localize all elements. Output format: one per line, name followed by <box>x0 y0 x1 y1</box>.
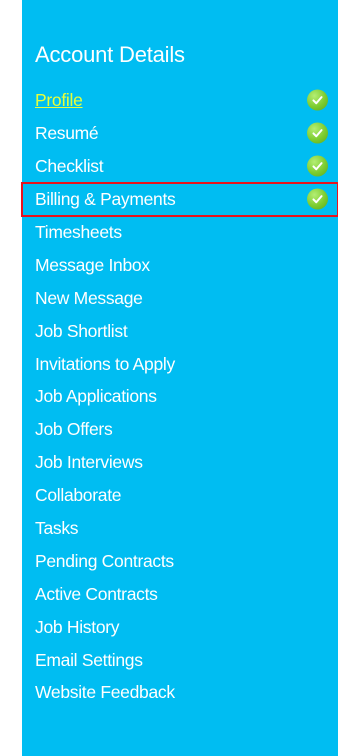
sidebar-item-label[interactable]: Profile <box>35 89 83 111</box>
sidebar-item-label[interactable]: Timesheets <box>35 221 122 243</box>
sidebar-item-label[interactable]: Job Shortlist <box>35 320 128 342</box>
sidebar-item-invitations-to-apply[interactable]: Invitations to Apply <box>22 347 338 380</box>
sidebar-item-label[interactable]: Message Inbox <box>35 254 150 276</box>
sidebar-item-resume[interactable]: Resumé <box>22 117 338 150</box>
sidebar-item-job-interviews[interactable]: Job Interviews <box>22 446 338 479</box>
sidebar-item-new-message[interactable]: New Message <box>22 281 338 314</box>
sidebar-menu: Profile Resumé Checklist Billing & Payme… <box>21 84 338 709</box>
sidebar-item-label[interactable]: Email Settings <box>35 649 143 671</box>
sidebar-item-pending-contracts[interactable]: Pending Contracts <box>22 544 338 577</box>
sidebar-item-profile[interactable]: Profile <box>22 84 338 117</box>
sidebar-item-timesheets[interactable]: Timesheets <box>22 216 338 249</box>
sidebar-item-label[interactable]: Checklist <box>35 155 104 177</box>
sidebar-item-label[interactable]: Collaborate <box>35 484 122 506</box>
account-details-sidebar: Account Details Profile Resumé Checklist… <box>21 0 338 756</box>
sidebar-item-active-contracts[interactable]: Active Contracts <box>22 577 338 610</box>
sidebar-item-email-settings[interactable]: Email Settings <box>22 643 338 676</box>
sidebar-item-label[interactable]: Tasks <box>35 517 79 539</box>
sidebar-item-label[interactable]: New Message <box>35 287 143 309</box>
check-circle-icon <box>307 89 328 111</box>
sidebar-item-label[interactable]: Website Feedback <box>35 681 175 703</box>
sidebar-item-label[interactable]: Resumé <box>35 122 99 144</box>
sidebar-item-label[interactable]: Billing & Payments <box>35 188 176 210</box>
check-circle-icon <box>307 155 328 177</box>
sidebar-item-label[interactable]: Invitations to Apply <box>35 353 175 375</box>
sidebar-item-label[interactable]: Pending Contracts <box>35 550 174 572</box>
sidebar-item-job-shortlist[interactable]: Job Shortlist <box>22 314 338 347</box>
sidebar-item-label[interactable]: Job History <box>35 616 120 638</box>
sidebar-item-checklist[interactable]: Checklist <box>22 150 338 183</box>
sidebar-item-billing-payments[interactable]: Billing & Payments <box>21 181 338 217</box>
sidebar-item-website-feedback[interactable]: Website Feedback <box>22 676 338 709</box>
check-circle-icon <box>307 188 328 210</box>
check-circle-icon <box>307 122 328 144</box>
sidebar-item-tasks[interactable]: Tasks <box>22 512 338 545</box>
sidebar-item-job-applications[interactable]: Job Applications <box>22 380 338 413</box>
sidebar-item-label[interactable]: Active Contracts <box>35 583 158 605</box>
sidebar-title: Account Details <box>35 42 185 67</box>
sidebar-item-label[interactable]: Job Offers <box>35 418 113 440</box>
sidebar-item-message-inbox[interactable]: Message Inbox <box>22 248 338 281</box>
sidebar-item-label[interactable]: Job Applications <box>35 385 157 407</box>
sidebar-item-label[interactable]: Job Interviews <box>35 451 143 473</box>
sidebar-item-collaborate[interactable]: Collaborate <box>22 479 338 512</box>
sidebar-item-job-offers[interactable]: Job Offers <box>22 413 338 446</box>
sidebar-item-job-history[interactable]: Job History <box>22 610 338 643</box>
